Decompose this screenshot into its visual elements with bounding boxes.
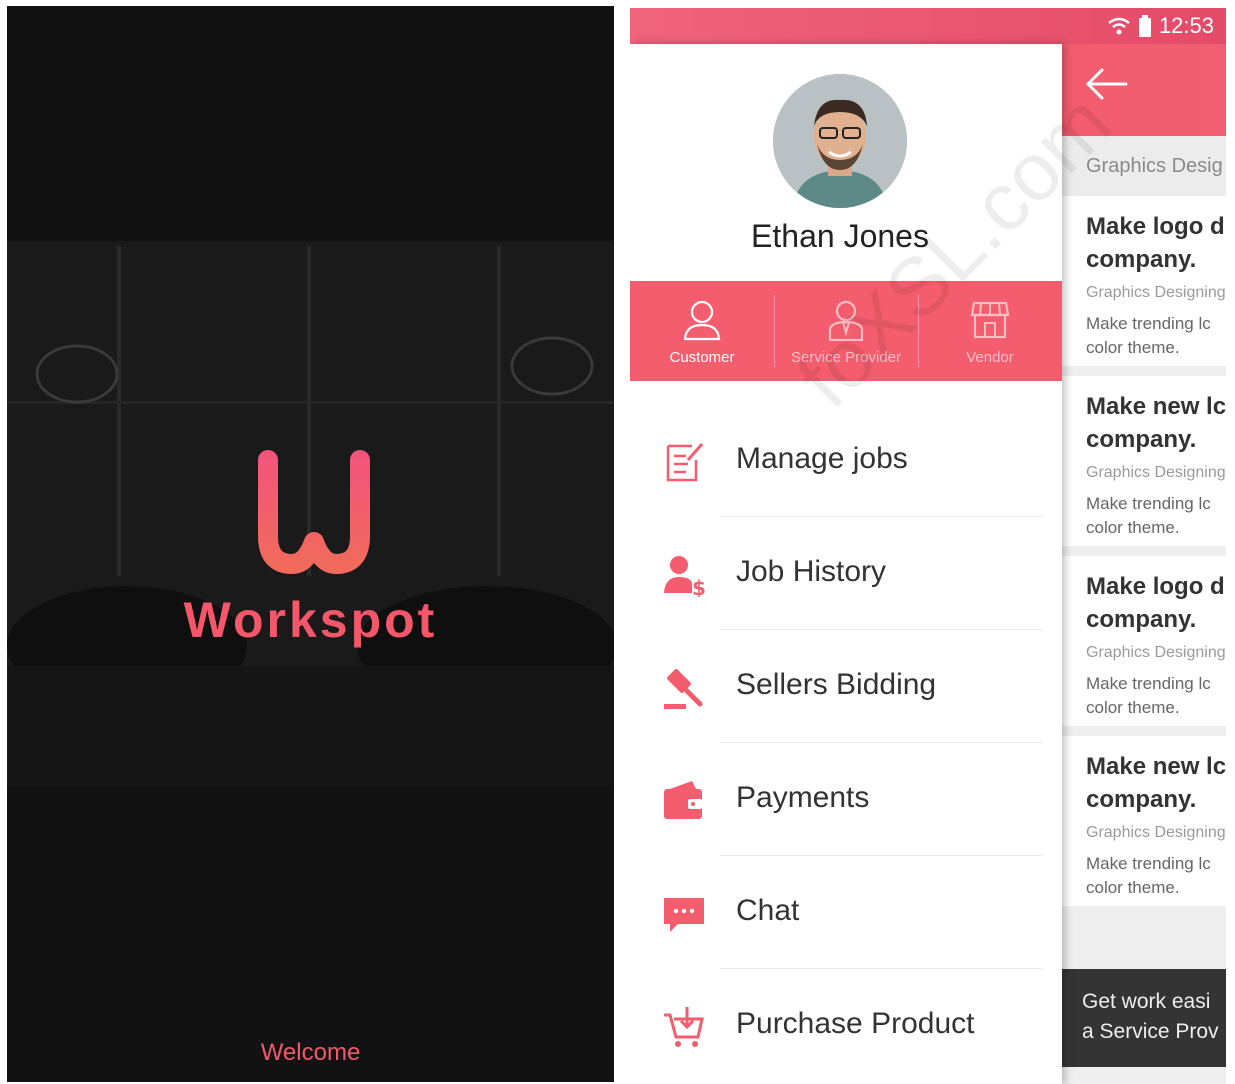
role-vendor-button[interactable]: Vendor [918,281,1062,381]
menu-item-chat[interactable]: Chat [630,856,1062,969]
battery-icon [1138,15,1151,37]
menu-label: Purchase Product [736,1007,975,1040]
job-card[interactable]: Make logo d company. Graphics Designing … [1062,196,1226,366]
menu-item-purchase-product[interactable]: Purchase Product [630,969,1062,1082]
user-dollar-icon: $ [664,556,706,597]
role-customer-button[interactable]: Customer [630,281,774,381]
job-category: Graphics Designing [1086,824,1226,841]
job-category: Graphics Designing [1086,464,1226,481]
job-desc-line: color theme. [1086,698,1180,717]
welcome-text: Welcome [260,1039,361,1066]
app-bar [1062,44,1226,136]
avatar[interactable] [773,74,907,208]
job-title-line: Make new lc [1086,393,1226,420]
brand-name: Workspot [183,592,438,648]
menu-label: Chat [736,894,800,927]
navigation-drawer: Ethan Jones Customer Service Provider Ve… [630,44,1062,1084]
toast-message: Get work easi a Service Prov [1062,969,1226,1067]
menu-label: Manage jobs [736,442,908,475]
chat-bubble-icon [664,898,704,932]
profile-photo [773,74,907,208]
back-arrow-icon[interactable] [1084,66,1128,102]
job-list-screen: Graphics Desig Make logo d company. Grap… [1062,44,1226,1084]
role-service-provider-button[interactable]: Service Provider [774,281,918,381]
job-card[interactable]: Make new lc company. Graphics Designing … [1062,376,1226,546]
role-switcher: Customer Service Provider Vendor [630,281,1062,381]
menu-label: Job History [736,555,887,588]
drawer-menu: Manage jobs $ Job History Sellers Biddin… [630,404,1062,1082]
role-label: Vendor [966,349,1014,366]
job-title-line: company. [1086,786,1197,813]
menu-item-manage-jobs[interactable]: Manage jobs [630,404,1062,517]
menu-item-sellers-bidding[interactable]: Sellers Bidding [630,630,1062,743]
toast-line: a Service Prov [1082,1020,1219,1043]
job-category: Graphics Designing [1086,644,1226,661]
job-title-line: Make logo d [1086,573,1225,600]
job-desc-line: Make trending lc [1086,494,1211,513]
splash-screen: Workspot Welcome [7,6,614,1082]
menu-item-payments[interactable]: Payments [630,743,1062,856]
job-title-line: company. [1086,246,1197,273]
job-card[interactable]: Make new lc company. Graphics Designing … [1062,736,1226,906]
edit-document-icon [666,443,704,482]
role-label: Customer [669,349,735,366]
job-desc-line: color theme. [1086,518,1180,537]
service-provider-icon [828,300,864,341]
toast-line: Get work easi [1082,990,1211,1013]
drawer-screen: 12:53 Graphics Desig Make logo d company… [630,8,1226,1084]
user-icon [683,300,721,341]
job-desc-line: Make trending lc [1086,314,1211,333]
menu-label: Sellers Bidding [736,668,937,701]
category-header: Graphics Desig [1062,136,1226,196]
job-title-line: company. [1086,426,1197,453]
cart-icon [664,1007,704,1047]
job-desc-line: Make trending lc [1086,854,1211,873]
job-desc-line: color theme. [1086,338,1180,357]
wifi-icon [1108,17,1130,35]
gavel-icon [664,669,703,709]
menu-label: Payments [736,781,870,814]
job-category: Graphics Designing [1086,284,1226,301]
user-name: Ethan Jones [751,218,929,254]
store-icon [970,301,1010,339]
menu-item-job-history[interactable]: $ Job History [630,517,1062,630]
role-label: Service Provider [790,349,902,366]
job-title-line: Make logo d [1086,213,1225,240]
job-desc-line: Make trending lc [1086,674,1211,693]
wallet-icon [664,781,702,819]
workspot-logo-icon [258,450,370,574]
status-time: 12:53 [1158,13,1214,38]
job-title-line: company. [1086,606,1197,633]
job-title-line: Make new lc [1086,753,1226,780]
status-bar: 12:53 [630,8,1226,44]
job-card[interactable]: Make logo d company. Graphics Designing … [1062,556,1226,726]
job-desc-line: color theme. [1086,878,1180,897]
svg-text:$: $ [692,576,706,597]
